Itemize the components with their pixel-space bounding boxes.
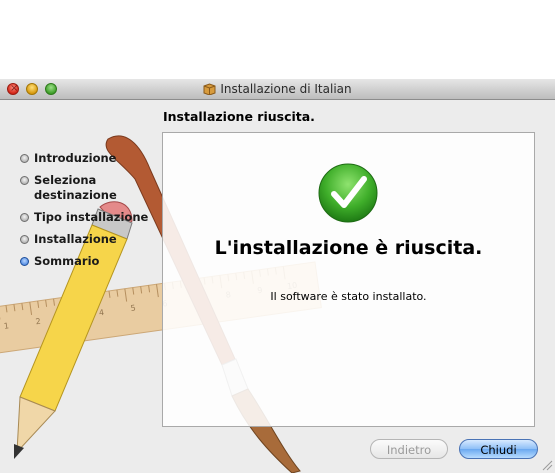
title-bar: × Installazione di Italian bbox=[0, 79, 555, 100]
sidebar-step-installazione: Installazione bbox=[20, 232, 160, 247]
step-label: Seleziona destinazione bbox=[34, 173, 117, 202]
step-label: Introduzione bbox=[34, 151, 117, 165]
step-bullet-icon bbox=[20, 154, 29, 163]
success-message: Il software è stato installato. bbox=[270, 290, 427, 303]
sidebar-step-destinazione: Seleziona destinazione bbox=[20, 173, 160, 203]
resize-grip-icon[interactable] bbox=[541, 459, 553, 471]
window-title: Installazione di Italian bbox=[220, 82, 352, 96]
page-heading: Installazione riuscita. bbox=[163, 109, 315, 124]
step-label: Installazione bbox=[34, 232, 117, 246]
sidebar-step-sommario: Sommario bbox=[20, 254, 160, 269]
success-checkmark-icon bbox=[318, 163, 378, 223]
close-button[interactable]: Chiudi bbox=[459, 439, 538, 459]
package-icon bbox=[203, 83, 216, 95]
sidebar-step-tipo-installazione: Tipo installazione bbox=[20, 210, 160, 225]
back-button[interactable]: Indietro bbox=[370, 439, 448, 459]
step-bullet-active-icon bbox=[20, 257, 29, 266]
step-label: Tipo installazione bbox=[34, 210, 149, 224]
step-bullet-icon bbox=[20, 176, 29, 185]
window-title-group: Installazione di Italian bbox=[0, 79, 555, 99]
installer-window: 1 2 3 4 5 6 7 8 9 10 bbox=[0, 79, 555, 473]
steps-sidebar: Introduzione Seleziona destinazione Tipo… bbox=[20, 151, 160, 276]
step-label: Sommario bbox=[34, 254, 100, 268]
success-headline: L'installazione è riuscita. bbox=[214, 237, 483, 259]
sidebar-step-introduzione: Introduzione bbox=[20, 151, 160, 166]
step-bullet-icon bbox=[20, 213, 29, 222]
step-bullet-icon bbox=[20, 235, 29, 244]
